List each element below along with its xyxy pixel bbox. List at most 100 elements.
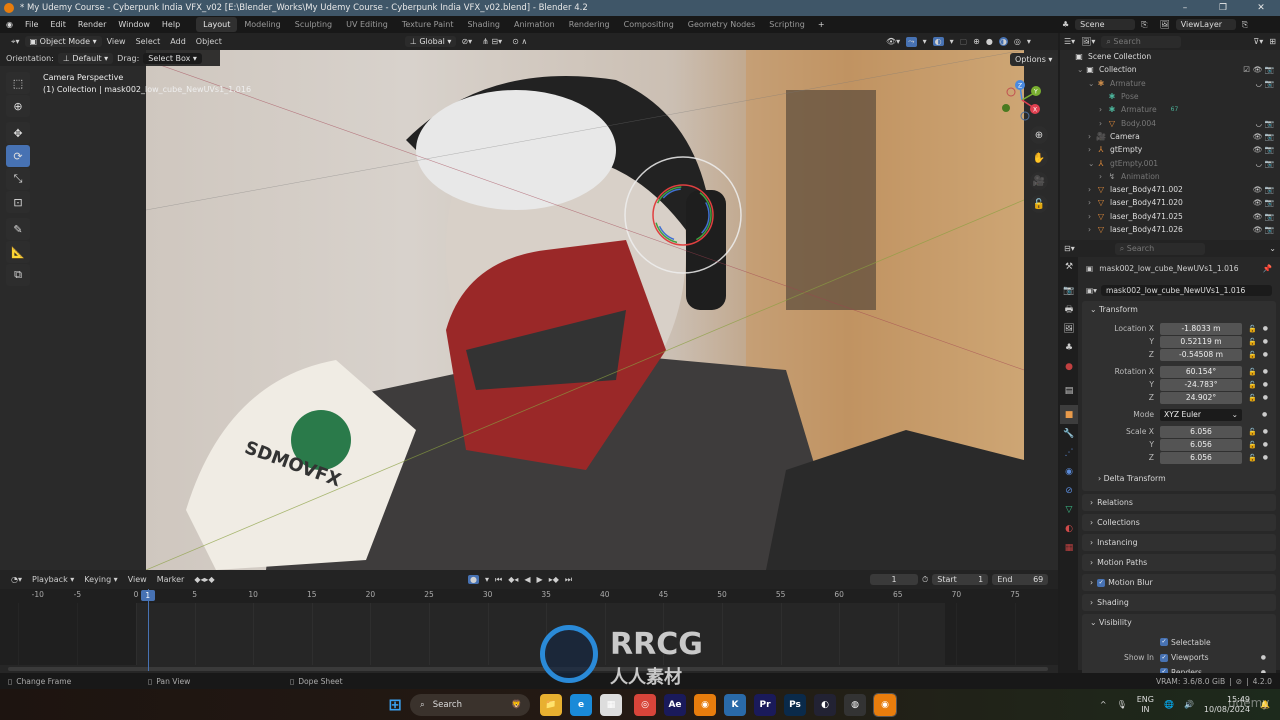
cursor-tool[interactable]: ⊕ bbox=[6, 95, 30, 117]
scale-tool[interactable]: ⤡ bbox=[6, 168, 30, 190]
visibility-toggles[interactable]: 👁 📷 bbox=[1252, 212, 1274, 221]
view-layer-tab[interactable]: 🖼 bbox=[1060, 319, 1078, 338]
gizmo-neg-z[interactable] bbox=[1020, 111, 1030, 121]
viewport-menu-select[interactable]: Select bbox=[131, 37, 166, 46]
keyframe-dot[interactable]: ● bbox=[1263, 441, 1268, 448]
expand-toggle-icon[interactable]: › bbox=[1088, 185, 1096, 194]
timeline-menu-keying[interactable]: Keying ▾ bbox=[79, 575, 122, 584]
play-button[interactable]: ▶ bbox=[537, 575, 543, 584]
keyframe-dot[interactable]: ● bbox=[1263, 338, 1268, 345]
keyframe-dot[interactable]: ● bbox=[1263, 428, 1268, 435]
particles-tab[interactable]: ⋰ bbox=[1060, 443, 1078, 462]
tab-geometry-nodes[interactable]: Geometry Nodes bbox=[681, 17, 762, 32]
outliner-row[interactable]: › ⅄ gtEmpty 👁 📷 bbox=[1060, 143, 1280, 156]
tab-compositing[interactable]: Compositing bbox=[617, 17, 681, 32]
texture-tab[interactable]: ▦ bbox=[1060, 538, 1078, 557]
rotation-z-field[interactable]: 24.902° bbox=[1160, 391, 1242, 404]
current-frame-field[interactable]: 1 bbox=[870, 574, 918, 585]
rotation-x-field[interactable]: 60.154° bbox=[1160, 365, 1242, 378]
selectable-checkbox[interactable]: ✓ bbox=[1160, 638, 1168, 646]
menu-file[interactable]: File bbox=[19, 20, 44, 29]
obs-icon[interactable]: ◍ bbox=[844, 693, 866, 716]
scene-selector[interactable]: Scene bbox=[1075, 19, 1136, 30]
visibility-toggles[interactable]: 👁 📷 bbox=[1252, 198, 1274, 207]
keyframe-dot[interactable]: ● bbox=[1263, 454, 1268, 461]
expand-toggle-icon[interactable]: › bbox=[1088, 212, 1096, 221]
physics-tab[interactable]: ◉ bbox=[1060, 462, 1078, 481]
viewlayer-icon[interactable]: 🖼 bbox=[1160, 20, 1170, 29]
expand-toggle-icon[interactable]: › bbox=[1088, 132, 1096, 141]
lock-icon[interactable]: 🔓 bbox=[1248, 394, 1257, 402]
add-workspace-button[interactable]: + bbox=[812, 20, 831, 29]
properties-search[interactable]: ⌕ Search bbox=[1114, 242, 1205, 255]
new-viewlayer-icon[interactable]: ⎘ bbox=[1242, 20, 1248, 30]
material-shading-icon[interactable]: ◑ bbox=[998, 37, 1008, 46]
scene-tab[interactable]: ♣ bbox=[1060, 338, 1078, 357]
select-box-tool[interactable]: ⬚ bbox=[6, 72, 30, 94]
expand-toggle-icon[interactable]: › bbox=[1099, 105, 1107, 114]
location-x-field[interactable]: -1.8033 m bbox=[1160, 322, 1242, 335]
3d-viewport[interactable]: SDMOVFX bbox=[0, 50, 1058, 570]
new-collection-icon[interactable]: ⊞ bbox=[1269, 37, 1276, 46]
blender-active-icon[interactable]: ◉ bbox=[873, 692, 897, 717]
tool-tab[interactable]: ⚒ bbox=[1060, 257, 1078, 276]
transform-tool[interactable]: ⊡ bbox=[6, 191, 30, 213]
datablock-name-field[interactable]: mask002_low_cube_NewUVs1_1.016 bbox=[1101, 284, 1272, 296]
outliner-row[interactable]: ⌄ ✱ Armature ◡ 📷 bbox=[1060, 77, 1280, 90]
tab-texture-paint[interactable]: Texture Paint bbox=[395, 17, 461, 32]
tab-layout[interactable]: Layout bbox=[196, 17, 238, 32]
navigation-gizmo[interactable]: Z Y X bbox=[996, 78, 1048, 126]
menu-window[interactable]: Window bbox=[112, 20, 156, 29]
motion-blur-checkbox[interactable]: ✓ bbox=[1097, 578, 1106, 587]
outliner-row[interactable]: › ✱ Armature 67 bbox=[1060, 103, 1280, 116]
material-tab[interactable]: ◐ bbox=[1060, 519, 1078, 538]
rotate-tool[interactable]: ⟳ bbox=[6, 145, 30, 167]
network-tray-icon[interactable]: 🌐 bbox=[1164, 700, 1174, 709]
new-scene-icon[interactable]: ⎘ bbox=[1141, 20, 1147, 30]
prev-keyframe-button[interactable]: ◆◂ bbox=[508, 575, 518, 584]
scale-x-field[interactable]: 6.056 bbox=[1160, 425, 1242, 438]
panel-header[interactable]: › ✓ Motion Blur bbox=[1082, 574, 1276, 591]
expand-toggle-icon[interactable]: ⌄ bbox=[1077, 65, 1085, 74]
outliner-row[interactable]: ⌄ ⅄ gtEmpty.001 ◡ 📷 bbox=[1060, 156, 1280, 169]
language-indicator[interactable]: ENG IN bbox=[1137, 695, 1154, 715]
solid-shading-icon[interactable]: ● bbox=[986, 37, 993, 46]
collection-tab[interactable]: ▤ bbox=[1060, 381, 1078, 400]
tab-scripting[interactable]: Scripting bbox=[762, 17, 812, 32]
drag-selector[interactable]: Select Box ▾ bbox=[143, 52, 202, 64]
snap-icon[interactable]: ⋔ ⊟▾ bbox=[477, 37, 507, 46]
output-tab[interactable]: 🖶 bbox=[1060, 300, 1078, 319]
xray-icon[interactable]: ▢ bbox=[960, 37, 968, 46]
keyframe-dot[interactable]: ● bbox=[1263, 325, 1268, 332]
object-tab[interactable]: ■ bbox=[1060, 405, 1078, 424]
k-app-icon[interactable]: K bbox=[724, 693, 746, 716]
data-tab[interactable]: ▽ bbox=[1060, 500, 1078, 519]
visibility-panel-header[interactable]: ⌄ Visibility bbox=[1082, 614, 1276, 631]
gizmo-neg-x[interactable] bbox=[1006, 87, 1016, 97]
tab-shading[interactable]: Shading bbox=[460, 17, 507, 32]
play-reverse-button[interactable]: ◀ bbox=[524, 575, 530, 584]
tab-rendering[interactable]: Rendering bbox=[562, 17, 617, 32]
viewlayer-selector[interactable]: ViewLayer bbox=[1175, 19, 1236, 30]
playhead-frame[interactable]: 1 bbox=[140, 590, 155, 601]
annotate-tool[interactable]: ✎ bbox=[6, 218, 30, 240]
properties-options-icon[interactable]: ⌄ bbox=[1269, 244, 1276, 253]
panel-instancing[interactable]: › Instancing bbox=[1082, 534, 1276, 551]
timeline-menu-view[interactable]: View bbox=[123, 575, 152, 584]
visibility-toggles[interactable]: ☑ 👁 📷 bbox=[1243, 65, 1274, 74]
auto-keying-toggle[interactable]: ● bbox=[468, 575, 479, 584]
microphone-icon[interactable]: 🎙 bbox=[1117, 700, 1127, 709]
zoom-icon[interactable]: ⊕ bbox=[1030, 126, 1048, 144]
pivot-icon[interactable]: ⊘▾ bbox=[456, 37, 477, 46]
outliner-row[interactable]: ✱ Pose bbox=[1060, 90, 1280, 103]
expand-toggle-icon[interactable]: ⌄ bbox=[1088, 159, 1096, 168]
outliner-row[interactable]: › ▽ laser_Body471.026 👁 📷 bbox=[1060, 223, 1280, 236]
panel-header[interactable]: › Collections bbox=[1082, 514, 1276, 531]
wireframe-shading-icon[interactable]: ⊕ bbox=[973, 37, 980, 46]
editor-type-icon[interactable]: ⌖▾ bbox=[6, 37, 25, 47]
gizmo-toggle-icon[interactable]: ⤳ bbox=[906, 36, 917, 47]
add-cube-tool[interactable]: ⧉ bbox=[6, 264, 30, 286]
chrome-icon[interactable]: ◎ bbox=[634, 693, 656, 716]
expand-toggle-icon[interactable]: › bbox=[1088, 198, 1096, 207]
menu-edit[interactable]: Edit bbox=[44, 20, 72, 29]
